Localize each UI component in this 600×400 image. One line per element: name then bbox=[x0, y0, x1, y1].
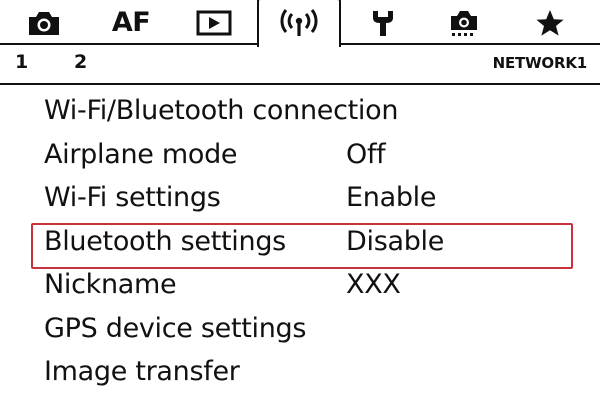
menu-item-bluetooth-settings[interactable]: Bluetooth settings Disable bbox=[0, 222, 600, 268]
menu-item-nickname[interactable]: Nickname XXX bbox=[0, 265, 600, 309]
menu-item-label: Nickname bbox=[44, 269, 177, 300]
header-divider bbox=[0, 83, 600, 85]
menu-item-value: Enable bbox=[346, 182, 437, 213]
menu-item-value: XXX bbox=[346, 269, 401, 300]
menu-item-value: Off bbox=[346, 138, 386, 170]
menu-tab-bar: AF bbox=[0, 0, 600, 47]
menu-item-label: Wi-Fi settings bbox=[44, 182, 221, 213]
tab-playback[interactable] bbox=[192, 0, 236, 45]
tab-af[interactable]: AF bbox=[106, 0, 156, 45]
menu-item-wifi-settings[interactable]: Wi-Fi settings Enable bbox=[0, 178, 600, 222]
menu-item-label: Bluetooth settings bbox=[44, 225, 286, 257]
menu-item-wifi-bluetooth-connection[interactable]: Wi-Fi/Bluetooth connection bbox=[0, 91, 600, 135]
wireless-icon bbox=[277, 8, 321, 39]
menu-item-label: Wi-Fi/Bluetooth connection bbox=[44, 95, 399, 126]
menu-item-value: Disable bbox=[346, 225, 445, 257]
camera-icon bbox=[27, 10, 61, 36]
tab-shooting[interactable] bbox=[24, 0, 64, 45]
tab-custom-functions[interactable] bbox=[442, 0, 486, 45]
menu-item-airplane-mode[interactable]: Airplane mode Off bbox=[0, 135, 600, 179]
menu-page-bar: 1 2 NETWORK1 bbox=[0, 45, 600, 83]
page-indicator-1[interactable]: 1 bbox=[15, 51, 28, 73]
menu-item-label: Image transfer bbox=[44, 356, 240, 387]
playback-icon bbox=[196, 10, 232, 36]
menu-item-label: Airplane mode bbox=[44, 138, 238, 170]
af-tab-label: AF bbox=[111, 7, 151, 38]
menu-item-gps-device-settings[interactable]: GPS device settings bbox=[0, 309, 600, 353]
tab-wireless[interactable] bbox=[257, 0, 341, 47]
menu-group-label: NETWORK1 bbox=[492, 54, 588, 72]
tab-my-menu[interactable] bbox=[530, 0, 570, 45]
page-indicator-2[interactable]: 2 bbox=[74, 51, 87, 73]
network-menu-list: Wi-Fi/Bluetooth connection Airplane mode… bbox=[0, 91, 600, 396]
star-icon bbox=[535, 9, 565, 37]
tab-setup[interactable] bbox=[363, 0, 403, 45]
wrench-icon bbox=[369, 8, 397, 38]
custom-camera-icon bbox=[448, 8, 480, 38]
menu-item-image-transfer[interactable]: Image transfer bbox=[0, 352, 600, 396]
menu-item-label: GPS device settings bbox=[44, 312, 307, 344]
